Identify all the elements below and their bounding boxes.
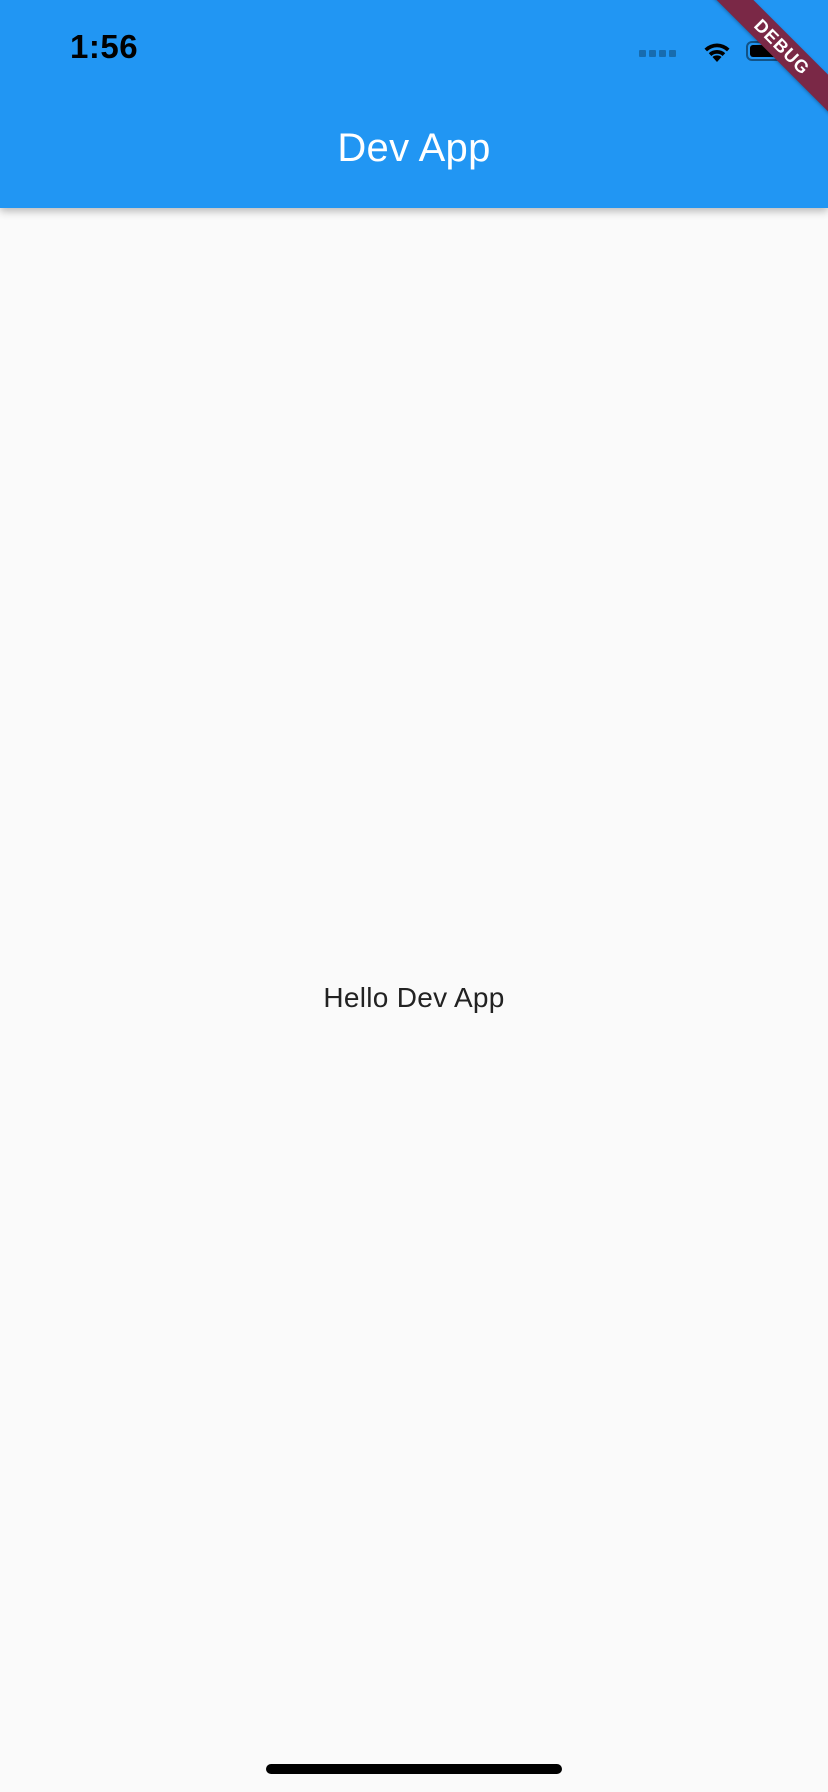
app-screen: 1:56 Dev App Hello Dev App DEBUG (0, 0, 828, 1792)
hello-text: Hello Dev App (323, 982, 505, 1013)
cellular-signal-icon (639, 45, 676, 57)
debug-banner: DEBUG (698, 0, 828, 130)
status-time: 1:56 (70, 28, 139, 65)
app-bar-title: Dev App (337, 126, 491, 170)
debug-banner-label: DEBUG (709, 0, 828, 120)
home-indicator[interactable] (266, 1764, 562, 1774)
